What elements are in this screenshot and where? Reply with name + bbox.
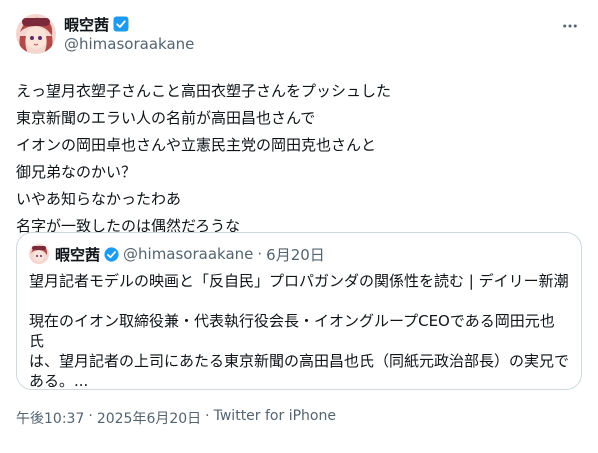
avatar[interactable] xyxy=(16,14,56,54)
quote-tweet[interactable]: 暇空茜 @himasoraakane · 6月20日 望月記者モデルの映画と「反… xyxy=(16,232,582,390)
more-horizontal-icon[interactable] xyxy=(560,16,580,36)
tweet-time[interactable]: 午後10:37 xyxy=(16,408,84,428)
verified-badge-icon xyxy=(113,16,129,32)
author-handle[interactable]: @himasoraakane xyxy=(64,34,194,54)
meta-dot: · xyxy=(205,408,210,424)
quote-date: 6月20日 xyxy=(266,245,325,264)
tweet-meta: 午後10:37 · 2025年6月20日 · Twitter for iPhon… xyxy=(16,408,336,428)
tweet-source[interactable]: Twitter for iPhone xyxy=(214,408,336,428)
tweet-text: えっ望月衣塑子さんこと高田衣塑子さんをプッシュした 東京新聞のエラい人の名前が高… xyxy=(16,82,392,235)
quote-separator: · xyxy=(257,245,263,263)
quote-handle: @himasoraakane xyxy=(123,245,254,263)
tweet-header: 暇空茜 @himasoraakane xyxy=(16,12,582,56)
verified-badge-icon xyxy=(104,246,119,262)
quote-display-name: 暇空茜 xyxy=(55,245,101,264)
author-names: 暇空茜 @himasoraakane xyxy=(64,14,194,54)
tweet-card: 暇空茜 @himasoraakane えっ望月衣塑子さんこと高田衣塑子さんをプッ… xyxy=(0,0,598,453)
quote-avatar xyxy=(29,244,49,264)
tweet-date[interactable]: 2025年6月20日 xyxy=(97,408,201,428)
quote-header: 暇空茜 @himasoraakane · 6月20日 xyxy=(29,243,569,265)
quote-title: 望月記者モデルの映画と「反自民」プロパガンダの関係性を読む | デイリー新潮 xyxy=(29,272,569,290)
name-row: 暇空茜 xyxy=(64,14,194,34)
display-name[interactable]: 暇空茜 xyxy=(64,14,109,35)
quote-excerpt: 現在のイオン取締役兼・代表執行役会長・イオングループCEOである岡田元也氏 は、… xyxy=(29,312,570,390)
meta-dot: · xyxy=(88,408,93,424)
